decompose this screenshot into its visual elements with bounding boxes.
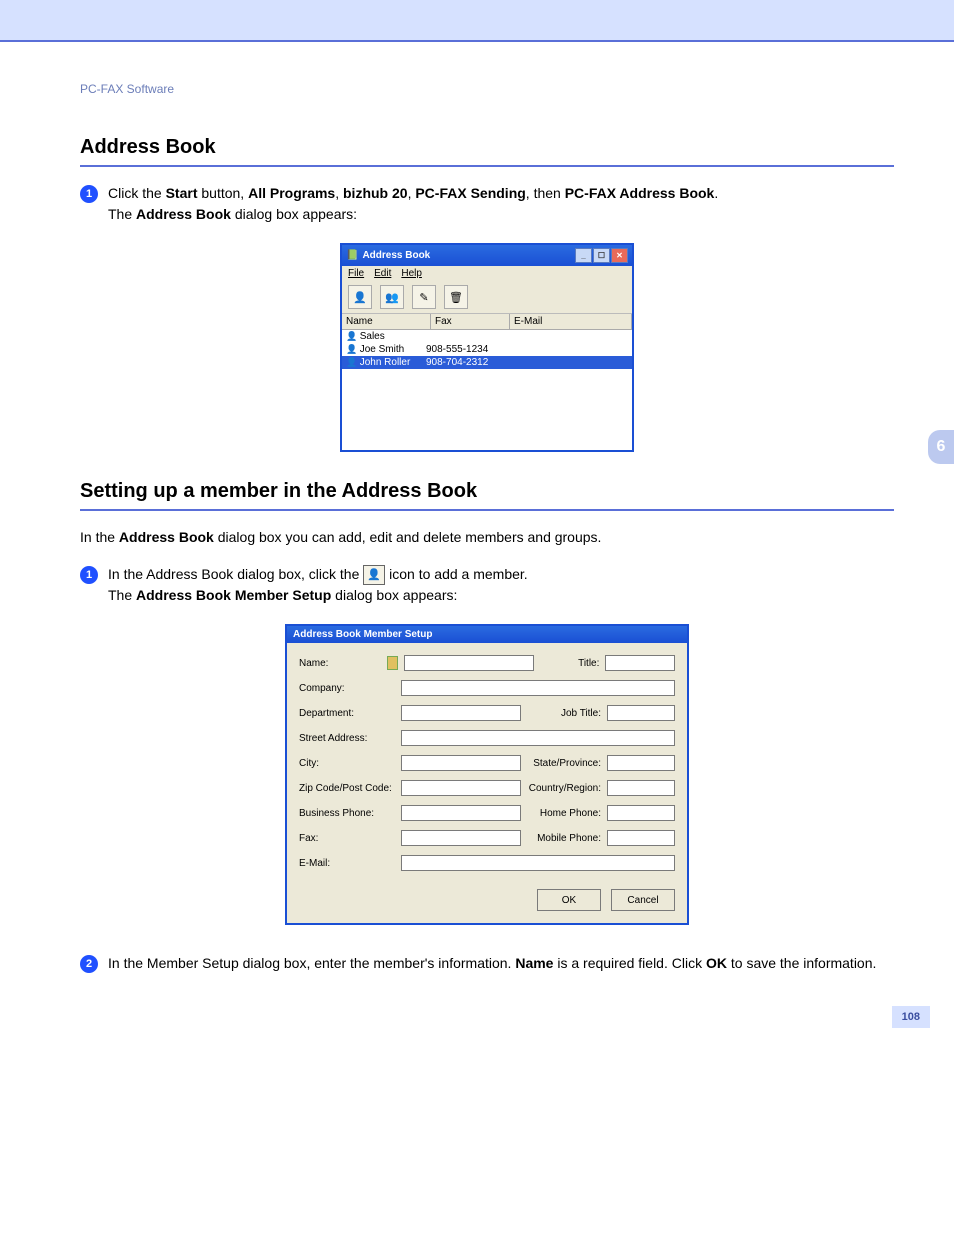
step-text: In the Address Book dialog box, click th…: [108, 564, 894, 606]
dialog-titlebar[interactable]: 📗 Address Book _ ☐ ✕: [342, 245, 632, 266]
app-icon: 📗: [346, 250, 358, 261]
divider: [80, 509, 894, 511]
minimize-button[interactable]: _: [575, 248, 592, 263]
dialog-title: Address Book: [362, 250, 430, 261]
col-email[interactable]: E-Mail: [510, 314, 632, 329]
menu-edit[interactable]: Edit: [374, 268, 391, 279]
label-state: State/Province:: [527, 758, 601, 769]
maximize-button[interactable]: ☐: [593, 248, 610, 263]
list-item: Sales: [342, 330, 632, 343]
label-street: Street Address:: [299, 733, 395, 744]
intro-paragraph: In the Address Book dialog box you can a…: [80, 527, 894, 548]
member-setup-dialog: Address Book Member Setup Name: Title: C…: [285, 624, 689, 925]
person-icon: [387, 656, 399, 670]
add-member-inline-icon: 👤: [363, 565, 385, 585]
step-bullet-2: 2: [80, 955, 98, 973]
step-text: In the Member Setup dialog box, enter th…: [108, 953, 894, 974]
mobile-field[interactable]: [607, 830, 675, 846]
contact-list[interactable]: Sales Joe Smith 908-555-1234 John Roller…: [342, 330, 632, 450]
step-bullet-1: 1: [80, 185, 98, 203]
label-zip: Zip Code/Post Code:: [299, 783, 395, 794]
edit-icon[interactable]: ✎: [412, 285, 436, 309]
cancel-button[interactable]: Cancel: [611, 889, 675, 911]
label-busphone: Business Phone:: [299, 808, 395, 819]
list-item: Joe Smith 908-555-1234: [342, 343, 632, 356]
ok-button[interactable]: OK: [537, 889, 601, 911]
label-mobile: Mobile Phone:: [527, 833, 601, 844]
jobtitle-field[interactable]: [607, 705, 675, 721]
step-1-text: Click the Start button, All Programs, bi…: [108, 183, 894, 225]
label-fax: Fax:: [299, 833, 395, 844]
menu-file[interactable]: File: [348, 268, 364, 279]
fax-field[interactable]: [401, 830, 521, 846]
add-member-icon[interactable]: 👤: [348, 285, 372, 309]
add-group-icon[interactable]: 👥: [380, 285, 404, 309]
heading-member-setup: Setting up a member in the Address Book: [80, 480, 894, 503]
label-name: Name:: [299, 658, 381, 669]
department-field[interactable]: [401, 705, 521, 721]
list-header: Name Fax E-Mail: [342, 314, 632, 330]
menu-bar[interactable]: File Edit Help: [342, 266, 632, 281]
zip-field[interactable]: [401, 780, 521, 796]
page-top-bar: [0, 0, 954, 42]
label-city: City:: [299, 758, 395, 769]
address-book-dialog: 📗 Address Book _ ☐ ✕ File Edit Help 👤 👥 …: [340, 243, 634, 452]
busphone-field[interactable]: [401, 805, 521, 821]
heading-address-book: Address Book: [80, 136, 894, 159]
label-email: E-Mail:: [299, 858, 395, 869]
state-field[interactable]: [607, 755, 675, 771]
country-field[interactable]: [607, 780, 675, 796]
street-field[interactable]: [401, 730, 675, 746]
col-fax[interactable]: Fax: [431, 314, 510, 329]
toolbar: 👤 👥 ✎ 🗑: [342, 281, 632, 314]
close-button[interactable]: ✕: [611, 248, 628, 263]
delete-icon[interactable]: 🗑: [444, 285, 468, 309]
divider: [80, 165, 894, 167]
label-jobtitle: Job Title:: [527, 708, 601, 719]
running-header: PC-FAX Software: [80, 82, 894, 96]
list-item-selected: John Roller 908-704-2312: [342, 356, 632, 369]
label-company: Company:: [299, 683, 395, 694]
dialog-titlebar[interactable]: Address Book Member Setup: [287, 626, 687, 643]
label-country: Country/Region:: [527, 783, 601, 794]
label-department: Department:: [299, 708, 395, 719]
menu-help[interactable]: Help: [401, 268, 422, 279]
title-field[interactable]: [605, 655, 675, 671]
step-bullet-1: 1: [80, 566, 98, 584]
label-title: Title:: [540, 658, 600, 669]
company-field[interactable]: [401, 680, 675, 696]
name-field[interactable]: [404, 655, 533, 671]
col-name[interactable]: Name: [342, 314, 431, 329]
city-field[interactable]: [401, 755, 521, 771]
label-homephone: Home Phone:: [527, 808, 601, 819]
homephone-field[interactable]: [607, 805, 675, 821]
email-field[interactable]: [401, 855, 675, 871]
